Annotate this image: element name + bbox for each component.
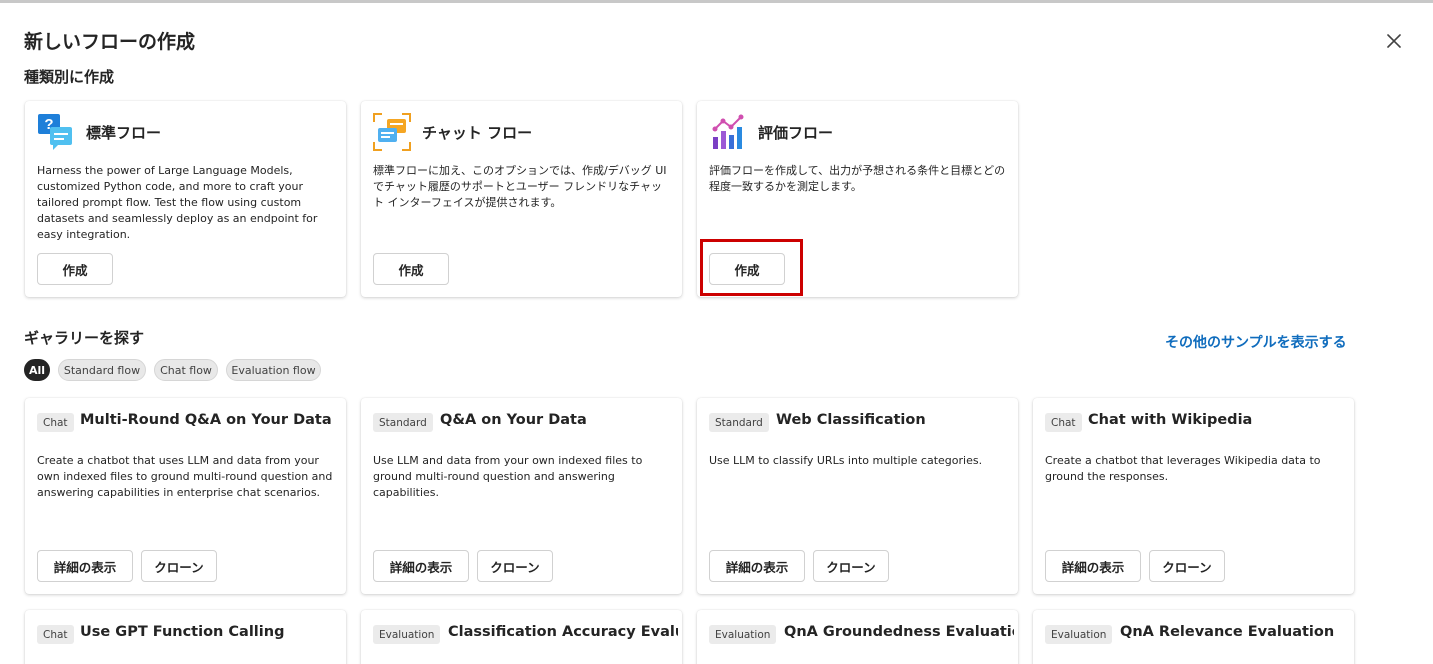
dialog-top-border: [0, 0, 1433, 3]
clone-button[interactable]: クローン: [477, 550, 553, 582]
gallery-card-title: Chat with Wikipedia: [1088, 412, 1253, 428]
gallery-card-title: Multi-Round Q&A on Your Data: [80, 412, 332, 428]
gallery-card: Chat Chat with Wikipedia Create a chatbo…: [1033, 398, 1354, 594]
view-details-button[interactable]: 詳細の表示: [373, 550, 469, 582]
type-tag: Chat: [37, 625, 74, 644]
view-details-button[interactable]: 詳細の表示: [709, 550, 805, 582]
create-button[interactable]: 作成: [37, 253, 113, 285]
by-type-heading: 種類別に作成: [24, 68, 115, 86]
more-samples-link[interactable]: その他のサンプルを表示する: [1165, 332, 1347, 352]
filter-standard-flow[interactable]: Standard flow: [58, 359, 146, 381]
card-title: チャット フロー: [422, 124, 533, 142]
filter-all[interactable]: All: [24, 359, 50, 381]
gallery-card: Evaluation QnA Relevance Evaluation: [1033, 610, 1354, 664]
filter-chat-flow[interactable]: Chat flow: [154, 359, 218, 381]
gallery-card-title: Classification Accuracy Evalu...: [448, 624, 678, 640]
gallery-card-title: QnA Groundedness Evaluation: [784, 624, 1014, 640]
gallery-card-title: Web Classification: [776, 412, 926, 428]
gallery-heading: ギャラリーを探す: [24, 329, 145, 347]
highlight-box: [700, 239, 803, 296]
standard-flow-icon: ?: [37, 113, 75, 151]
gallery-card: Chat Use GPT Function Calling: [25, 610, 346, 664]
view-details-button[interactable]: 詳細の表示: [37, 550, 133, 582]
gallery-card-title: Use GPT Function Calling: [80, 624, 285, 640]
card-description: 評価フローを作成して、出力が予想される条件と目標とどの程度一致するかを測定します…: [709, 164, 1006, 193]
gallery-card: Evaluation Classification Accuracy Evalu…: [361, 610, 682, 664]
close-icon[interactable]: [1383, 30, 1405, 52]
gallery-card-description: Create a chatbot that leverages Wikipedi…: [1045, 454, 1321, 483]
type-tag: Evaluation: [1045, 625, 1113, 644]
card-title: 標準フロー: [86, 124, 162, 142]
gallery-card-title: Q&A on Your Data: [440, 412, 587, 428]
type-tag: Standard: [373, 413, 433, 432]
clone-button[interactable]: クローン: [813, 550, 889, 582]
type-tag: Chat: [37, 413, 74, 432]
gallery-card-description: Use LLM and data from your own indexed f…: [373, 454, 643, 499]
gallery-card-title: QnA Relevance Evaluation: [1120, 624, 1335, 640]
gallery-card-description: Use LLM to classify URLs into multiple c…: [709, 454, 983, 467]
chat-flow-card: チャット フロー 標準フローに加え、このオプションでは、作成/デバッグ UI で…: [361, 101, 682, 297]
clone-button[interactable]: クローン: [1149, 550, 1225, 582]
type-tag: Evaluation: [709, 625, 777, 644]
view-details-button[interactable]: 詳細の表示: [1045, 550, 1141, 582]
gallery-card: Evaluation QnA Groundedness Evaluation: [697, 610, 1018, 664]
gallery-card-description: Create a chatbot that uses LLM and data …: [37, 454, 333, 499]
dialog-title: 新しいフローの作成: [24, 31, 196, 53]
card-title: 評価フロー: [758, 124, 834, 142]
type-tag: Evaluation: [373, 625, 441, 644]
filter-evaluation-flow[interactable]: Evaluation flow: [226, 359, 321, 381]
type-tag: Chat: [1045, 413, 1082, 432]
create-button[interactable]: 作成: [373, 253, 449, 285]
card-description: Harness the power of Large Language Mode…: [37, 164, 318, 241]
standard-flow-card: ? 標準フロー Harness the power of Large Langu…: [25, 101, 346, 297]
type-tag: Standard: [709, 413, 769, 432]
clone-button[interactable]: クローン: [141, 550, 217, 582]
gallery-card: Standard Web Classification Use LLM to c…: [697, 398, 1018, 594]
gallery-card: Standard Q&A on Your Data Use LLM and da…: [361, 398, 682, 594]
card-description: 標準フローに加え、このオプションでは、作成/デバッグ UI でチャット履歴のサポ…: [373, 164, 667, 209]
evaluation-flow-icon: [709, 113, 747, 151]
gallery-card: Chat Multi-Round Q&A on Your Data Create…: [25, 398, 346, 594]
chat-flow-icon: [373, 113, 411, 151]
